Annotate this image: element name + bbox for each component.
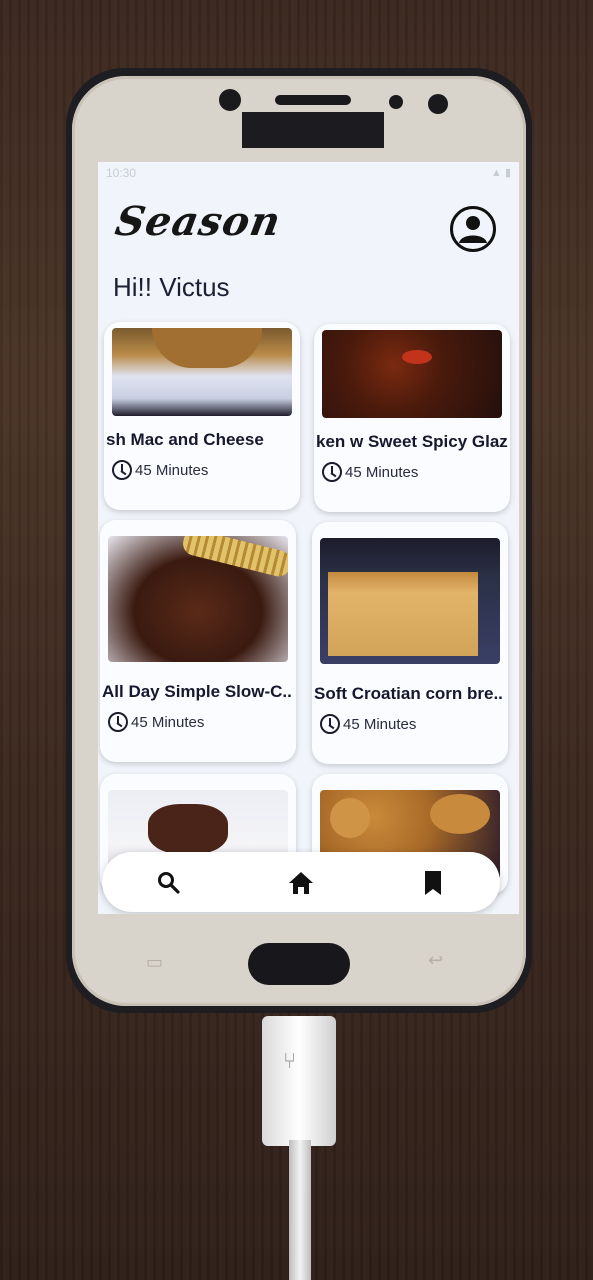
- recipe-title: Soft Croatian corn bre..: [314, 684, 503, 703]
- recipe-time: 45 Minutes: [322, 462, 418, 482]
- recipe-image: [320, 538, 500, 664]
- status-time: 10:30: [106, 166, 137, 180]
- recipe-time-label: 45 Minutes: [343, 715, 417, 733]
- recipe-card[interactable]: ken w Sweet Spicy Glaze 45 Minutes: [314, 324, 510, 512]
- earpiece: [275, 95, 351, 105]
- recipe-time-label: 45 Minutes: [135, 461, 209, 479]
- usb-cable-cord: [289, 1140, 311, 1280]
- clock-icon: [108, 712, 128, 732]
- camera-strip: [242, 112, 384, 148]
- recipe-title: All Day Simple Slow-C..: [102, 682, 292, 701]
- recipe-time: 45 Minutes: [112, 460, 208, 480]
- clock-icon: [322, 462, 342, 482]
- clock-icon: [112, 460, 132, 480]
- recipe-image: [108, 536, 288, 662]
- home-button[interactable]: [248, 943, 350, 985]
- app-screen: 10:30 ▲ ▮ Season Hi!! Victus sh Mac and …: [98, 162, 519, 914]
- back-key[interactable]: ↩: [428, 950, 443, 971]
- profile-button[interactable]: [450, 206, 496, 252]
- recent-apps-key[interactable]: ▭: [146, 952, 163, 973]
- bottom-nav: [102, 852, 500, 912]
- recipe-image: [112, 328, 292, 416]
- proximity-sensor: [389, 95, 403, 109]
- recipe-image: [322, 330, 502, 418]
- recipe-title: sh Mac and Cheese: [106, 430, 264, 449]
- bookmark-icon[interactable]: [418, 868, 448, 898]
- search-icon[interactable]: [154, 868, 184, 898]
- recipe-title: ken w Sweet Spicy Glaze: [316, 432, 508, 451]
- clock-icon: [320, 714, 340, 734]
- front-camera: [428, 94, 448, 114]
- recipe-card[interactable]: Soft Croatian corn bre.. 45 Minutes: [312, 522, 508, 764]
- usb-cable-plug: [262, 1016, 336, 1146]
- app-logo: Season: [111, 198, 285, 245]
- recipe-time-label: 45 Minutes: [131, 713, 205, 731]
- recipe-time: 45 Minutes: [320, 714, 416, 734]
- recipe-time-label: 45 Minutes: [345, 463, 419, 481]
- recipe-card[interactable]: sh Mac and Cheese 45 Minutes: [104, 322, 300, 510]
- recipe-card[interactable]: All Day Simple Slow-C.. 45 Minutes: [100, 520, 296, 762]
- status-icons: ▲ ▮: [491, 167, 511, 179]
- person-icon: [459, 216, 487, 243]
- home-icon[interactable]: [286, 868, 316, 898]
- greeting-text: Hi!! Victus: [113, 272, 230, 302]
- usb-icon: ⑂: [283, 1048, 297, 1073]
- recipe-time: 45 Minutes: [108, 712, 204, 732]
- front-sensor: [219, 89, 241, 111]
